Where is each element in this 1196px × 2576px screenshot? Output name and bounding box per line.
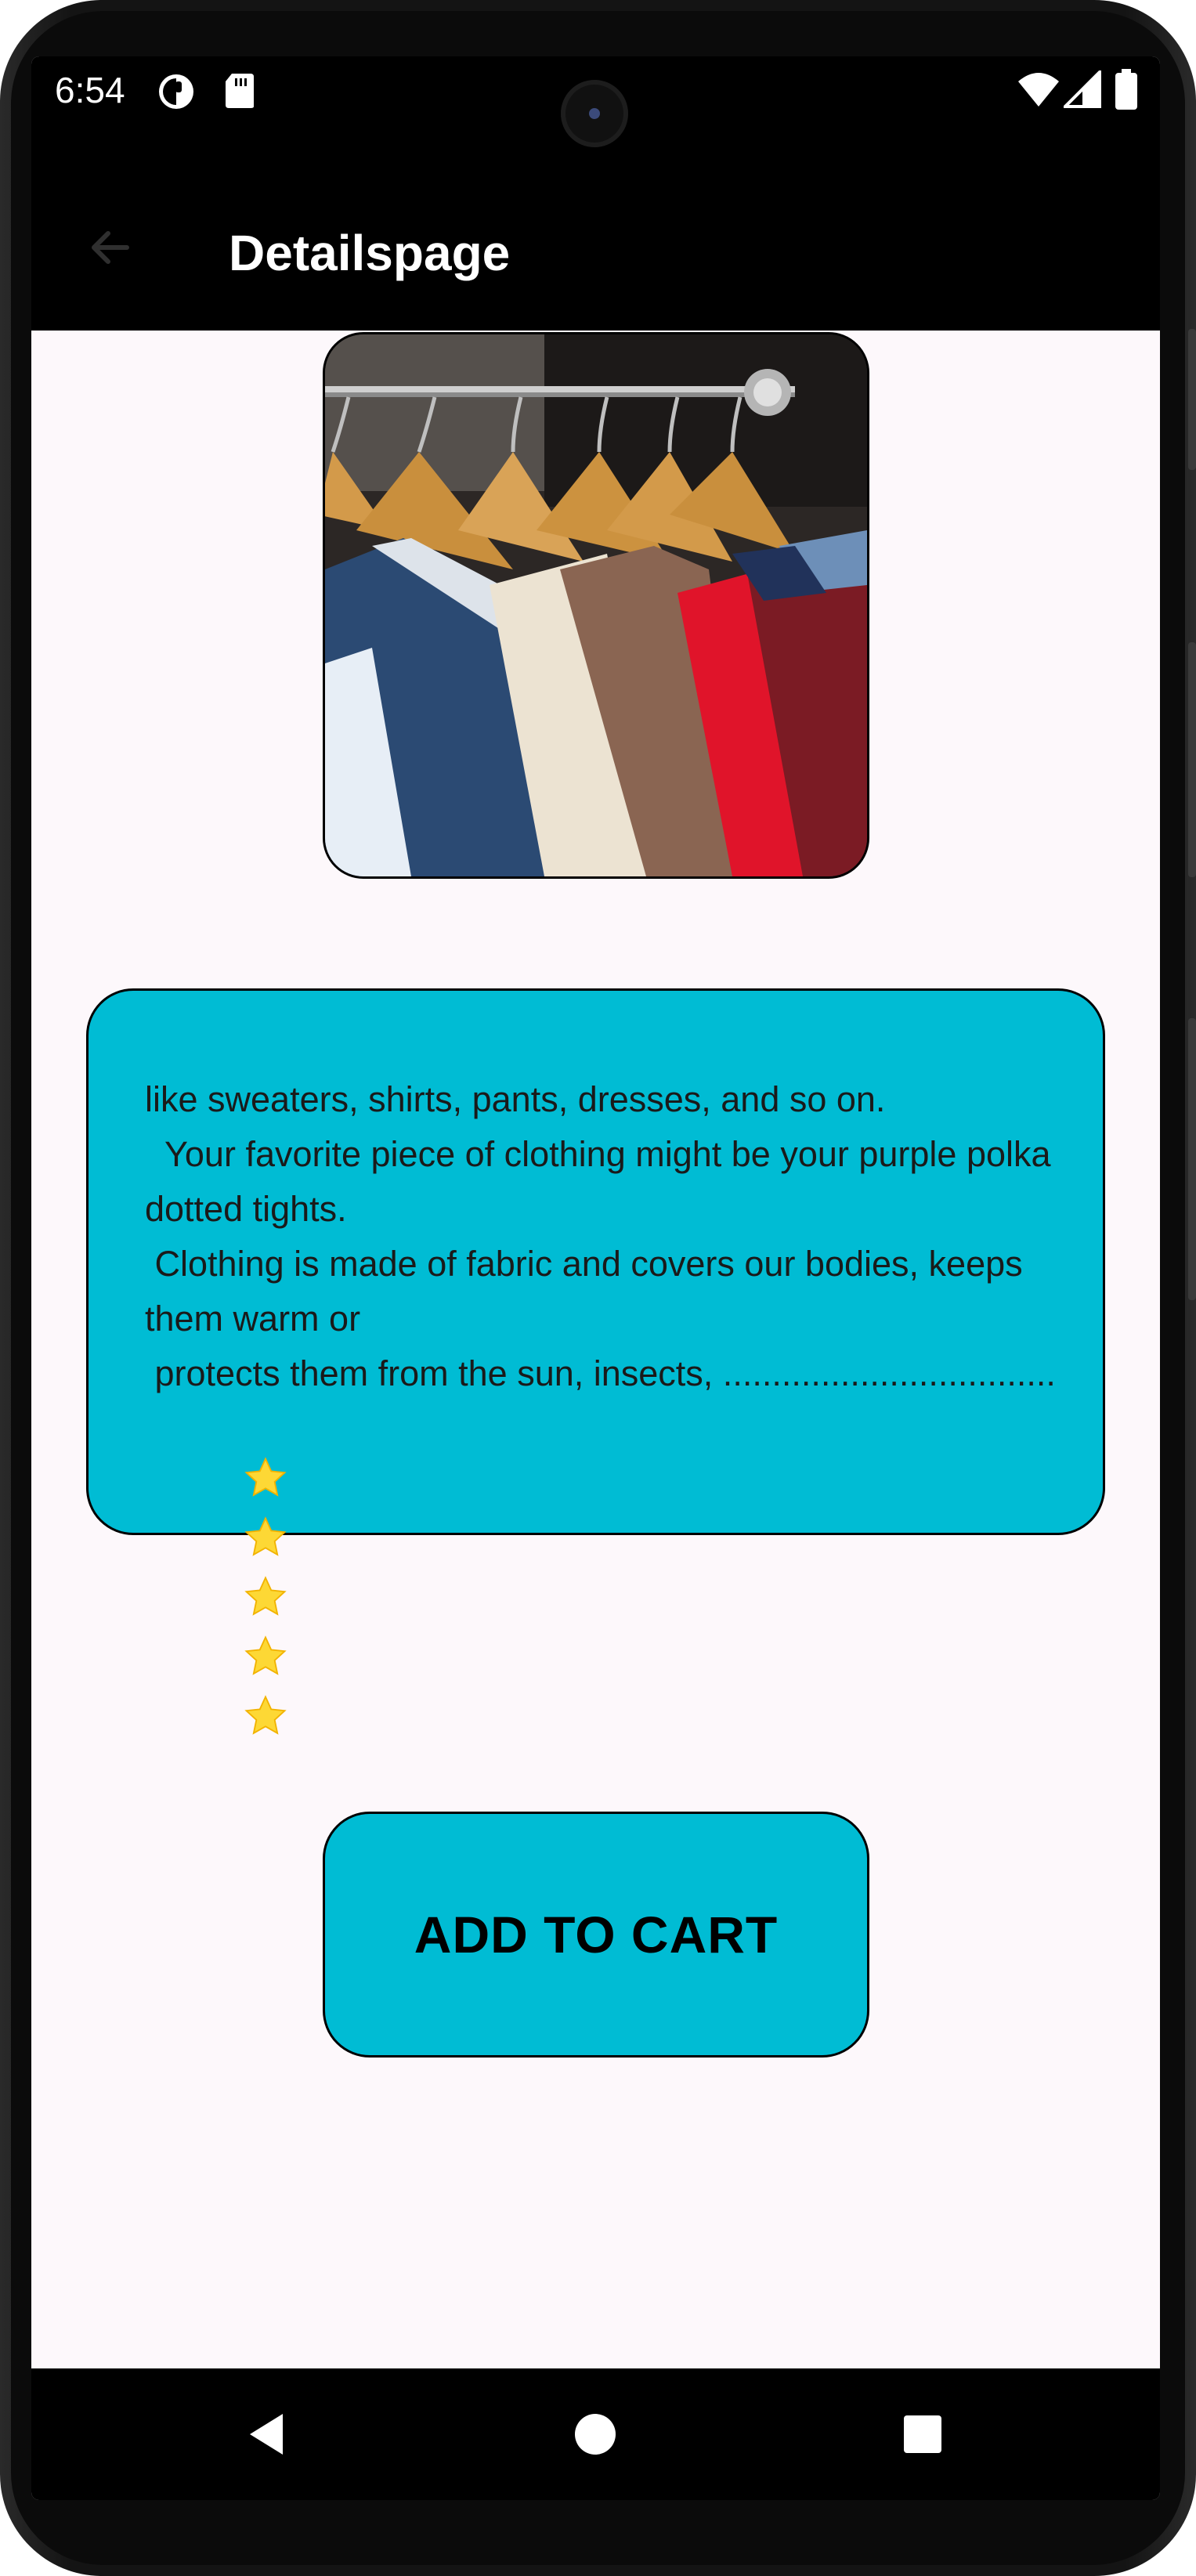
nav-back-button[interactable] — [245, 2411, 292, 2458]
star-icon — [244, 1576, 287, 1616]
app-screen: 6:54 Detailspage like sweaters, shirts, … — [31, 56, 1160, 2500]
home-circle-icon — [575, 2414, 616, 2455]
volume-button — [1188, 642, 1196, 877]
back-triangle-icon — [250, 2414, 283, 2455]
battery-icon — [1115, 69, 1137, 114]
status-bar: 6:54 — [31, 56, 1160, 160]
add-to-cart-label: ADD TO CART — [414, 1906, 779, 1964]
rating-stars — [145, 1401, 291, 1808]
add-to-cart-button[interactable]: ADD TO CART — [323, 1812, 869, 2058]
privacy-indicator-icon — [157, 72, 196, 115]
recents-square-icon — [904, 2415, 941, 2453]
product-description: like sweaters, shirts, pants, dresses, a… — [145, 1072, 1085, 1808]
volume-button-lower — [1188, 1018, 1196, 1300]
star-icon — [244, 1516, 287, 1556]
clothes-rack-image — [325, 334, 867, 876]
star-icon — [244, 1695, 287, 1735]
page-title: Detailspage — [229, 225, 511, 281]
front-camera — [561, 80, 628, 147]
system-nav-bar — [31, 2368, 1160, 2500]
star-icon — [244, 1635, 287, 1675]
description-text: like sweaters, shirts, pants, dresses, a… — [145, 1079, 1056, 1393]
app-bar: Detailspage — [31, 160, 1160, 331]
nav-home-button[interactable] — [572, 2411, 619, 2458]
signal-icon — [1061, 68, 1101, 112]
status-time: 6:54 — [55, 70, 125, 110]
power-button — [1188, 329, 1196, 470]
wifi-icon — [1017, 70, 1061, 112]
nav-recents-button[interactable] — [899, 2411, 946, 2458]
star-icon — [244, 1457, 287, 1497]
sd-card-icon — [224, 72, 255, 114]
phone-frame: 6:54 Detailspage like sweaters, shirts, … — [0, 0, 1196, 2576]
product-image — [323, 332, 869, 879]
description-card: like sweaters, shirts, pants, dresses, a… — [86, 988, 1105, 1735]
arrow-back-icon — [92, 231, 129, 264]
back-button[interactable] — [78, 216, 141, 279]
